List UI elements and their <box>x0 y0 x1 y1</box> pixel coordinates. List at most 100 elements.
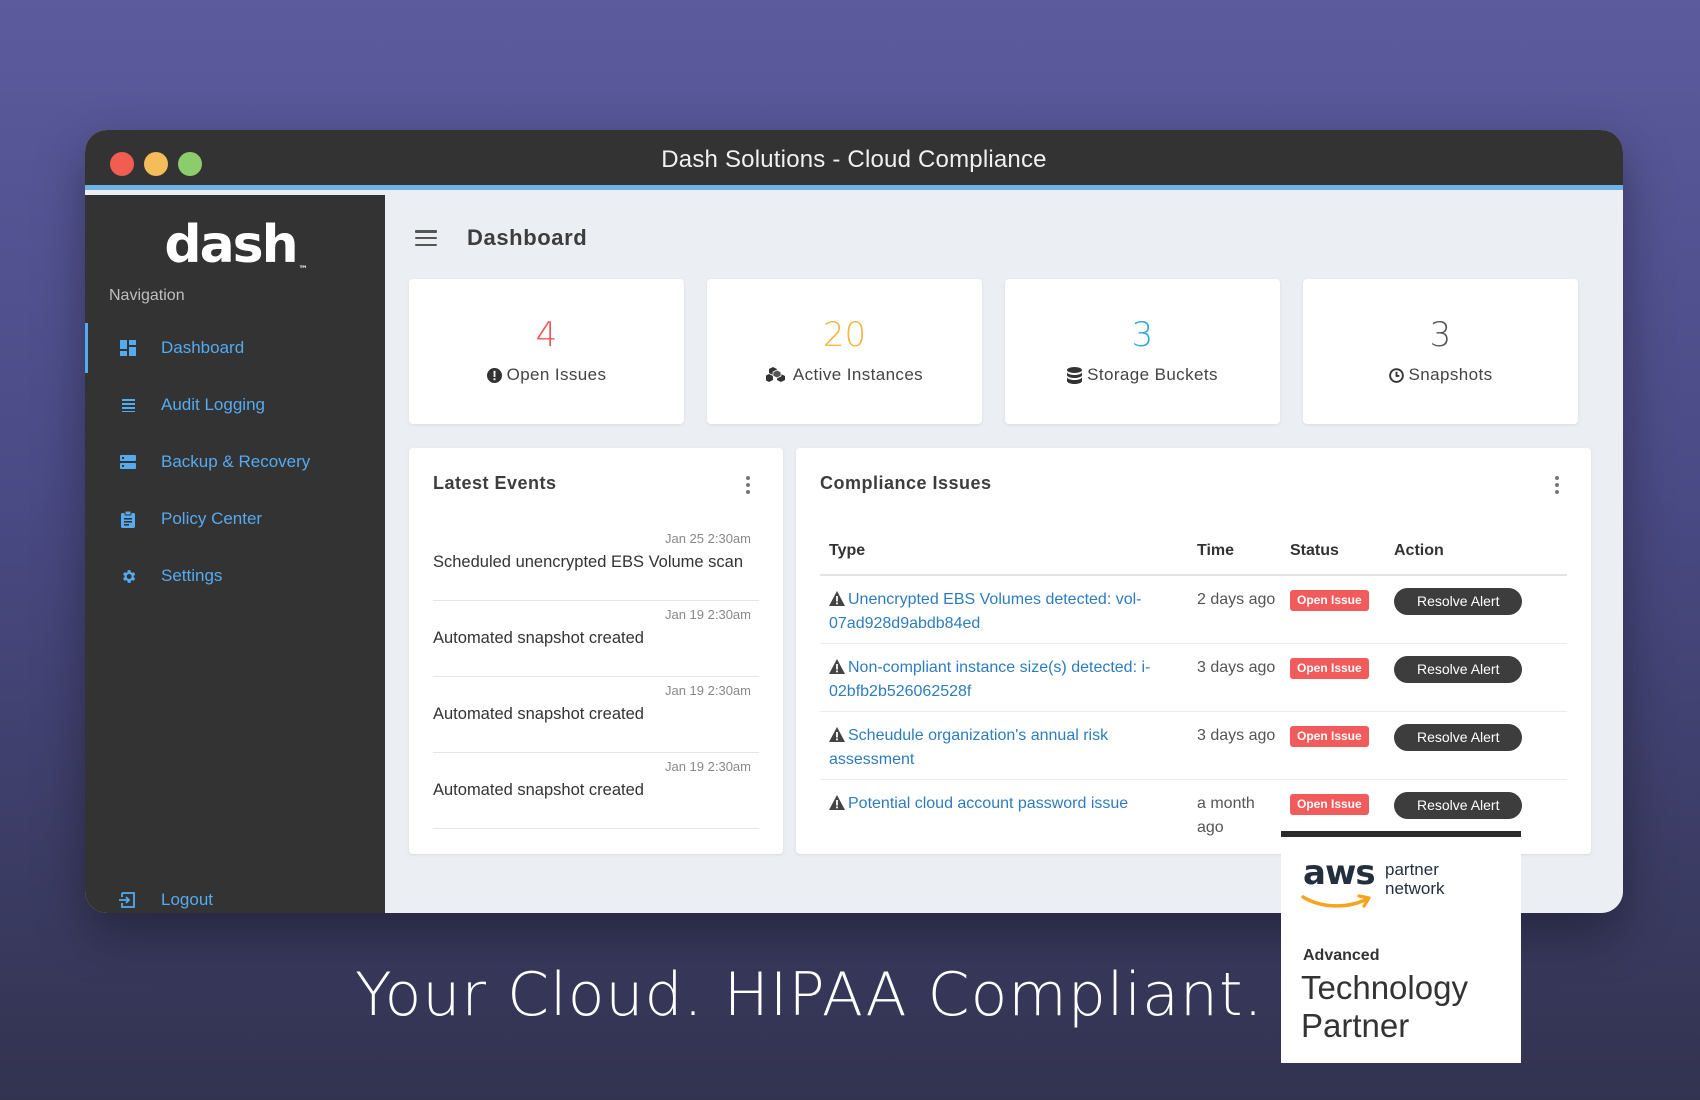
issue-time: 3 days ago <box>1188 711 1281 780</box>
clock-icon <box>1388 367 1404 383</box>
issue-link[interactable]: Non-compliant instance size(s) detected:… <box>829 659 1150 700</box>
resolve-alert-button[interactable]: Resolve Alert <box>1394 588 1523 615</box>
tagline: Your Cloud. HIPAA Compliant. <box>355 960 1264 1030</box>
sidebar-item-label: Backup & Recovery <box>161 452 311 471</box>
issue-link[interactable]: Potential cloud account password issue <box>848 795 1128 812</box>
column-header-type[interactable]: Type <box>820 528 1188 576</box>
list-icon <box>119 396 137 414</box>
status-badge: Open Issue <box>1290 657 1369 679</box>
sidebar-item-label: Policy Center <box>161 509 263 528</box>
aws-logo: aws <box>1303 853 1376 893</box>
logout-label: Logout <box>161 890 213 909</box>
list-item[interactable]: Jan 19 2:30am Automated snapshot created <box>433 601 759 677</box>
logout-section: Logout <box>85 875 385 913</box>
issue-link[interactable]: Scheudule organization's annual risk ass… <box>829 727 1108 768</box>
stat-label: Storage Buckets <box>1087 365 1218 384</box>
sidebar-item-policy-center[interactable]: Policy Center <box>85 494 385 544</box>
column-header-time[interactable]: Time <box>1188 528 1281 576</box>
status-badge: Open Issue <box>1290 590 1369 611</box>
resolve-alert-button[interactable]: Resolve Alert <box>1394 655 1523 683</box>
sidebar-item-settings[interactable]: Settings <box>85 551 385 601</box>
issue-time: a month ago <box>1197 794 1255 836</box>
status-badge: Open Issue <box>1290 725 1369 747</box>
event-time: Jan 19 2:30am <box>664 683 751 698</box>
list-item[interactable]: Jan 25 2:30am Scheduled unencrypted EBS … <box>433 525 759 601</box>
nav-menu: Dashboard Audit Logging Backup & Recover… <box>85 323 385 608</box>
status-badge: Open Issue <box>1290 793 1369 815</box>
stat-label: Active Instances <box>792 365 924 384</box>
more-options-icon[interactable] <box>1555 476 1559 494</box>
event-text: Automated snapshot created <box>433 705 644 723</box>
sidebar-item-label: Settings <box>161 566 223 585</box>
stat-active-instances[interactable]: 20 Active Instances <box>707 279 982 424</box>
stat-value: 3 <box>1131 315 1154 355</box>
title-bar: Dash Solutions - Cloud Compliance <box>85 130 1623 190</box>
latest-events-card: Latest Events Jan 25 2:30am Scheduled un… <box>409 448 783 854</box>
event-time: Jan 19 2:30am <box>664 759 751 774</box>
stat-value: 20 <box>822 315 867 355</box>
cubes-icon <box>765 367 785 382</box>
issue-link[interactable]: Unencrypted EBS Volumes detected: vol-07… <box>829 591 1142 632</box>
dash-logo[interactable]: dash ™ <box>85 215 385 275</box>
list-item[interactable]: Jan 19 2:30am Automated snapshot created <box>433 677 759 753</box>
issue-time: 3 days ago <box>1188 643 1281 712</box>
stat-value: 4 <box>535 315 558 355</box>
dashboard-icon <box>119 339 137 357</box>
app-window: Dash Solutions - Cloud Compliance dash ™ … <box>85 130 1623 913</box>
clipboard-icon <box>119 510 137 528</box>
nav-heading: Navigation <box>109 287 185 304</box>
logout-button[interactable]: Logout <box>85 875 385 913</box>
column-header-status[interactable]: Status <box>1281 528 1385 576</box>
warning-icon <box>829 591 845 606</box>
database-icon <box>1067 366 1083 384</box>
stat-value: 3 <box>1429 315 1452 355</box>
event-list: Jan 25 2:30am Scheduled unencrypted EBS … <box>433 525 759 829</box>
warning-icon <box>829 658 845 674</box>
list-item[interactable]: Jan 19 2:30am Automated snapshot created <box>433 753 759 829</box>
column-header-action[interactable]: Action <box>1385 528 1567 576</box>
resolve-alert-button[interactable]: Resolve Alert <box>1394 723 1523 751</box>
aws-network-line1: partner <box>1385 860 1439 879</box>
issue-time: 2 days ago <box>1188 575 1281 644</box>
compliance-issues-card: Compliance Issues Type Time Status Actio… <box>796 448 1591 854</box>
top-bar: Dashboard <box>415 225 587 251</box>
table-row: Unencrypted EBS Volumes detected: vol-07… <box>820 575 1567 644</box>
compliance-table: Type Time Status Action Unencrypted EBS … <box>820 528 1567 847</box>
event-text: Scheduled unencrypted EBS Volume scan <box>433 553 744 571</box>
stats-row: 4 Open Issues 20 Active Instances 3 Stor… <box>409 279 1578 424</box>
aws-network-line2: network <box>1385 879 1445 898</box>
stat-storage-buckets[interactable]: 3 Storage Buckets <box>1005 279 1280 424</box>
sidebar: dash ™ Navigation Dashboard Audit Logging… <box>85 195 385 913</box>
event-text: Automated snapshot created <box>433 781 644 799</box>
hamburger-menu-icon[interactable] <box>415 230 437 246</box>
alert-circle-icon <box>486 367 502 383</box>
warning-icon <box>829 794 845 810</box>
aws-tier: Advanced <box>1303 947 1380 964</box>
card-title: Compliance Issues <box>820 473 992 493</box>
stat-open-issues[interactable]: 4 Open Issues <box>409 279 684 424</box>
gear-icon <box>119 567 137 585</box>
stat-snapshots[interactable]: 3 Snapshots <box>1303 279 1578 424</box>
logout-icon <box>119 891 137 909</box>
warning-icon <box>829 726 845 742</box>
event-time: Jan 19 2:30am <box>664 607 751 622</box>
card-title: Latest Events <box>433 473 557 493</box>
aws-partner-badge: aws partner network Advanced Technology … <box>1281 831 1521 1063</box>
sidebar-item-label: Dashboard <box>161 338 245 357</box>
window-title: Dash Solutions - Cloud Compliance <box>661 146 1047 173</box>
stat-label: Snapshots <box>1408 365 1493 384</box>
sidebar-item-label: Audit Logging <box>161 395 265 414</box>
aws-title-line1: Technology <box>1301 969 1468 1006</box>
aws-smile-icon <box>1301 894 1371 908</box>
resolve-alert-button[interactable]: Resolve Alert <box>1394 791 1523 819</box>
event-time: Jan 25 2:30am <box>664 531 751 546</box>
stat-label: Open Issues <box>506 365 607 384</box>
sidebar-item-backup-recovery[interactable]: Backup & Recovery <box>85 437 385 487</box>
more-options-icon[interactable] <box>746 476 750 494</box>
server-icon <box>119 453 137 471</box>
sidebar-item-audit-logging[interactable]: Audit Logging <box>85 380 385 430</box>
table-row: Non-compliant instance size(s) detected:… <box>820 643 1567 712</box>
sidebar-item-dashboard[interactable]: Dashboard <box>85 323 385 373</box>
event-text: Automated snapshot created <box>433 629 644 647</box>
main-content: Dashboard 4 Open Issues 20 Active Instan… <box>385 195 1623 913</box>
